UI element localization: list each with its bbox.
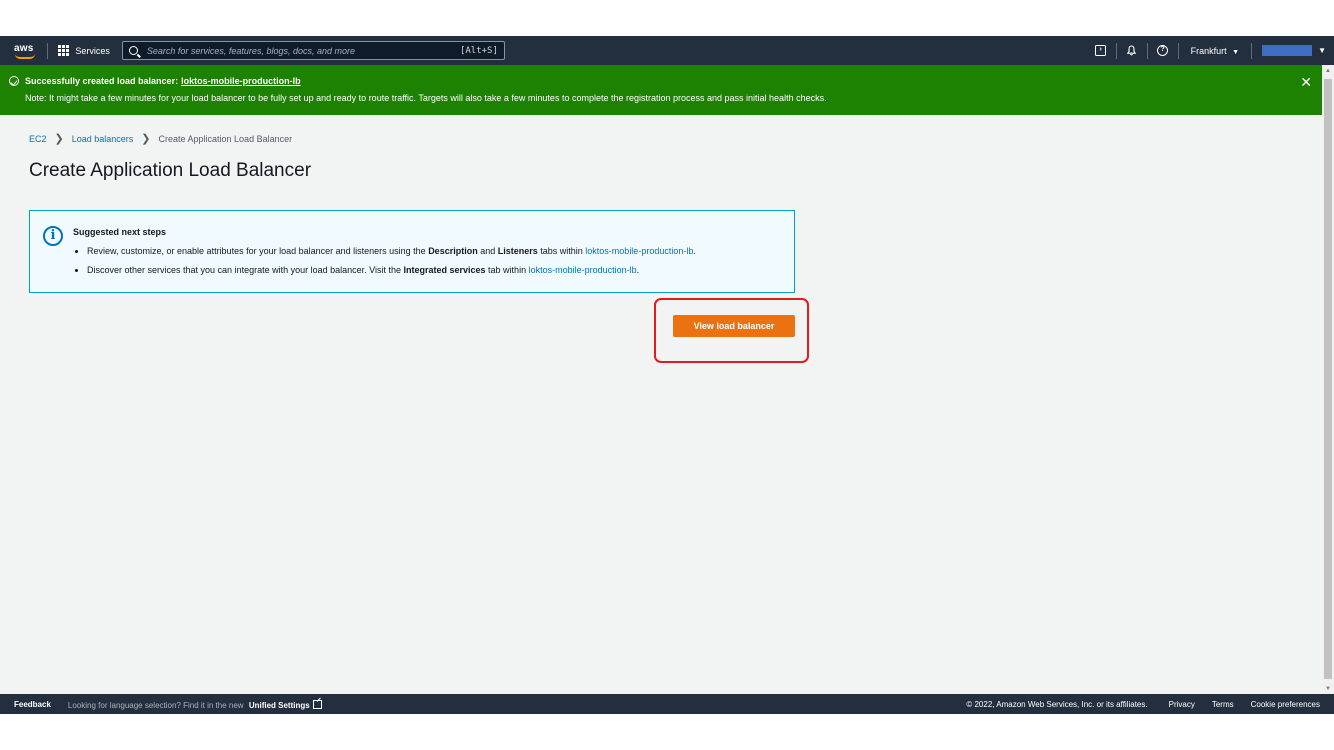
aws-logo-text: aws xyxy=(14,42,34,54)
chevron-right-icon: ❯ xyxy=(141,133,151,145)
page-title: Create Application Load Balancer xyxy=(29,160,312,181)
footer-bar: Feedback Looking for language selection?… xyxy=(0,694,1334,714)
copyright-text: © 2022, Amazon Web Services, Inc. or its… xyxy=(966,699,1148,709)
nav-divider xyxy=(1177,42,1179,59)
footer-right: © 2022, Amazon Web Services, Inc. or its… xyxy=(966,700,1320,709)
external-link-icon xyxy=(312,699,322,709)
success-flash-banner: Successfully created load balancer: lokt… xyxy=(0,65,1322,115)
alert-title: Suggested next steps xyxy=(73,227,167,237)
list-item: Discover other services that you can int… xyxy=(87,265,696,284)
scroll-down-icon[interactable]: ▼ xyxy=(1325,686,1331,692)
help-icon: ? xyxy=(1157,45,1169,56)
nav-divider xyxy=(1115,42,1117,59)
step2-text: Discover other services that you can int… xyxy=(87,265,404,275)
cloudshell-button[interactable]: › xyxy=(1095,45,1107,57)
view-load-balancer-button[interactable]: View load balancer xyxy=(673,315,795,337)
language-note-text: Looking for language selection? Find it … xyxy=(67,700,244,710)
account-menu[interactable]: ▼ xyxy=(1252,45,1326,56)
description-tab-text: Description xyxy=(428,246,478,256)
chevron-down-icon: ▼ xyxy=(1318,46,1326,55)
listeners-tab-text: Listeners xyxy=(497,246,538,256)
flash-note: Note: It might take a few minutes for yo… xyxy=(25,93,827,103)
flash-lb-link[interactable]: loktos-mobile-production-lb xyxy=(181,76,301,86)
cloudshell-icon: › xyxy=(1095,45,1107,56)
bell-icon xyxy=(1126,45,1137,56)
privacy-link[interactable]: Privacy xyxy=(1169,700,1195,709)
nav-divider xyxy=(47,42,48,59)
unified-settings-link[interactable]: Unified Settings xyxy=(249,701,310,710)
aws-logo[interactable]: aws xyxy=(13,42,37,60)
flash-title: Successfully created load balancer: xyxy=(25,76,179,86)
info-icon: i xyxy=(43,226,63,246)
breadcrumb-load-balancers[interactable]: Load balancers xyxy=(72,134,134,144)
search-shortcut-hint: [Alt+S] xyxy=(459,45,498,56)
step2-text: tab within xyxy=(485,265,529,275)
check-circle-icon xyxy=(9,76,19,86)
nav-divider xyxy=(1146,42,1148,59)
search-input[interactable]: Search for services, features, blogs, do… xyxy=(121,41,505,60)
feedback-link[interactable]: Feedback xyxy=(14,700,51,709)
chevron-right-icon: ❯ xyxy=(54,133,64,145)
breadcrumb-current: Create Application Load Balancer xyxy=(158,133,293,144)
flash-header: Successfully created load balancer: lokt… xyxy=(9,76,301,86)
integrated-services-text: Integrated services xyxy=(403,265,486,275)
step2-end: . xyxy=(636,265,640,275)
list-item: Review, customize, or enable attributes … xyxy=(87,246,696,265)
services-menu-button[interactable]: Services xyxy=(58,44,110,57)
terms-link[interactable]: Terms xyxy=(1212,700,1234,709)
step1-end: . xyxy=(693,246,696,256)
page-scrollbar[interactable]: ▲ ▼ xyxy=(1322,65,1334,694)
lb-link[interactable]: loktos-mobile-production-lb xyxy=(585,246,693,256)
account-name-redacted xyxy=(1262,45,1313,56)
grid-icon xyxy=(58,44,70,57)
region-label: Frankfurt xyxy=(1190,45,1227,56)
step1-text: and xyxy=(477,246,498,256)
chevron-down-icon: ▼ xyxy=(1232,48,1240,56)
search-icon xyxy=(128,46,138,55)
breadcrumb-ec2[interactable]: EC2 xyxy=(29,134,47,144)
suggested-steps-alert: i Suggested next steps Review, customize… xyxy=(29,210,795,293)
search-placeholder: Search for services, features, blogs, do… xyxy=(146,45,355,56)
scrollbar-thumb[interactable] xyxy=(1324,79,1332,679)
step1-text: tabs within xyxy=(537,246,586,256)
aws-console-window: aws Services Search for services, featur… xyxy=(0,36,1334,714)
breadcrumb: EC2 ❯ Load balancers ❯ Create Applicatio… xyxy=(29,132,292,145)
next-steps-list: Review, customize, or enable attributes … xyxy=(78,246,696,284)
aws-smile-icon xyxy=(15,54,35,59)
region-selector[interactable]: Frankfurt ▼ xyxy=(1191,46,1239,56)
services-label: Services xyxy=(75,45,110,56)
top-navigation-bar: aws Services Search for services, featur… xyxy=(0,36,1334,65)
notifications-button[interactable] xyxy=(1126,45,1138,57)
scroll-up-icon[interactable]: ▲ xyxy=(1325,68,1331,74)
step1-text: Review, customize, or enable attributes … xyxy=(87,246,429,256)
help-button[interactable]: ? xyxy=(1157,45,1169,57)
cookie-preferences-link[interactable]: Cookie preferences xyxy=(1251,700,1320,709)
close-icon[interactable]: ✕ xyxy=(1300,75,1312,89)
lb-link[interactable]: loktos-mobile-production-lb xyxy=(529,265,637,275)
nav-right-group: › ? Frankfurt ▼ ▼ xyxy=(1086,36,1334,65)
language-note: Looking for language selection? Find it … xyxy=(68,699,322,710)
